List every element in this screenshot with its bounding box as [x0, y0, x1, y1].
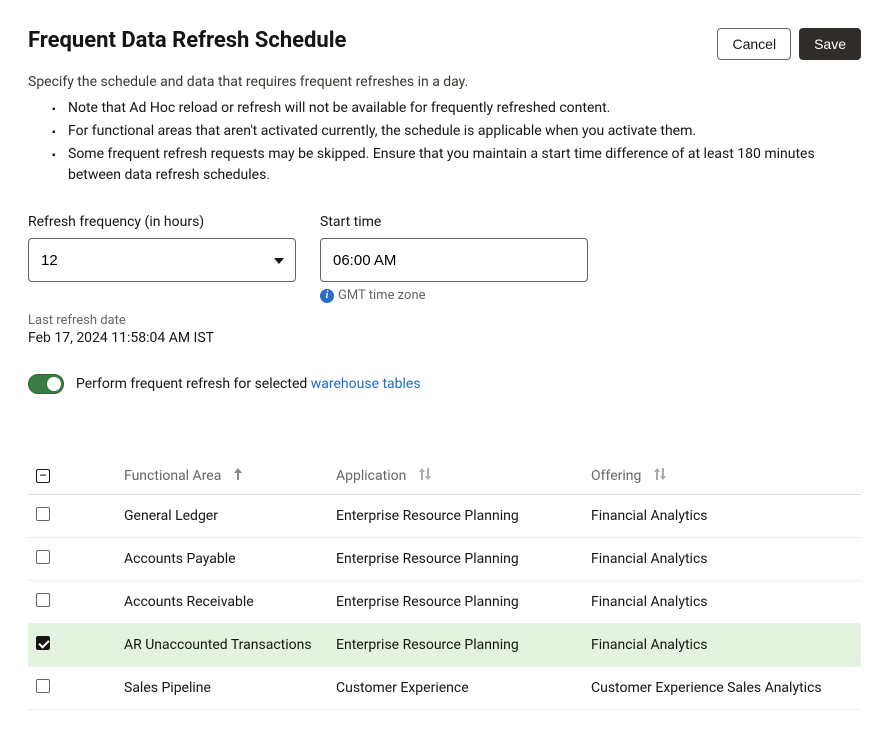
table-row[interactable]: General LedgerEnterprise Resource Planni… — [28, 495, 861, 538]
toggle-label: Perform frequent refresh for selected wa… — [76, 376, 421, 392]
col-header-functional[interactable]: Functional Area — [68, 458, 328, 495]
sort-icon — [418, 468, 432, 484]
table-row[interactable]: Accounts ReceivableEnterprise Resource P… — [28, 581, 861, 624]
cell-application: Enterprise Resource Planning — [328, 538, 583, 581]
col-header-application[interactable]: Application — [328, 458, 583, 495]
last-refresh-label: Last refresh date — [28, 313, 861, 328]
cell-functional: AR Unaccounted Transactions — [68, 624, 328, 667]
cell-application: Customer Experience — [328, 667, 583, 710]
page-title: Frequent Data Refresh Schedule — [28, 28, 346, 53]
row-checkbox[interactable] — [36, 679, 50, 693]
row-checkbox[interactable] — [36, 550, 50, 564]
table-row[interactable]: Accounts PayableEnterprise Resource Plan… — [28, 538, 861, 581]
cell-functional: Accounts Receivable — [68, 581, 328, 624]
cell-functional: Accounts Payable — [68, 538, 328, 581]
timezone-hint: GMT time zone — [338, 288, 426, 303]
cell-functional: Sales Pipeline — [68, 667, 328, 710]
cell-application: Enterprise Resource Planning — [328, 624, 583, 667]
cell-application: Enterprise Resource Planning — [328, 495, 583, 538]
note-item: For functional areas that aren't activat… — [68, 121, 861, 142]
last-refresh-value: Feb 17, 2024 11:58:04 AM IST — [28, 330, 861, 346]
cell-offering: Financial Analytics — [583, 624, 861, 667]
table-row[interactable]: Sales PipelineCustomer ExperienceCustome… — [28, 667, 861, 710]
warehouse-tables-toggle[interactable] — [28, 374, 64, 394]
cell-offering: Financial Analytics — [583, 538, 861, 581]
page-subtitle: Specify the schedule and data that requi… — [28, 74, 861, 90]
table-row[interactable]: AR Unaccounted TransactionsEnterprise Re… — [28, 624, 861, 667]
start-time-label: Start time — [320, 214, 588, 230]
note-item: Note that Ad Hoc reload or refresh will … — [68, 98, 861, 119]
sort-asc-icon — [233, 468, 243, 484]
col-header-offering[interactable]: Offering — [583, 458, 861, 495]
row-checkbox[interactable] — [36, 636, 50, 650]
cell-offering: Financial Analytics — [583, 581, 861, 624]
refresh-table: − Functional Area Application Offering — [28, 458, 861, 710]
cell-offering: Financial Analytics — [583, 495, 861, 538]
note-item: Some frequent refresh requests may be sk… — [68, 144, 861, 186]
notes-list: Note that Ad Hoc reload or refresh will … — [28, 98, 861, 186]
select-all-checkbox[interactable]: − — [36, 469, 50, 483]
row-checkbox[interactable] — [36, 507, 50, 521]
cancel-button[interactable]: Cancel — [717, 28, 791, 60]
frequency-label: Refresh frequency (in hours) — [28, 214, 296, 230]
start-time-input[interactable] — [320, 238, 588, 282]
cell-functional: General Ledger — [68, 495, 328, 538]
sort-icon — [653, 468, 667, 484]
cell-offering: Customer Experience Sales Analytics — [583, 667, 861, 710]
save-button[interactable]: Save — [799, 28, 861, 60]
row-checkbox[interactable] — [36, 593, 50, 607]
info-icon: i — [320, 289, 334, 303]
frequency-select[interactable] — [28, 238, 296, 282]
warehouse-tables-link[interactable]: warehouse tables — [311, 376, 421, 392]
cell-application: Enterprise Resource Planning — [328, 581, 583, 624]
